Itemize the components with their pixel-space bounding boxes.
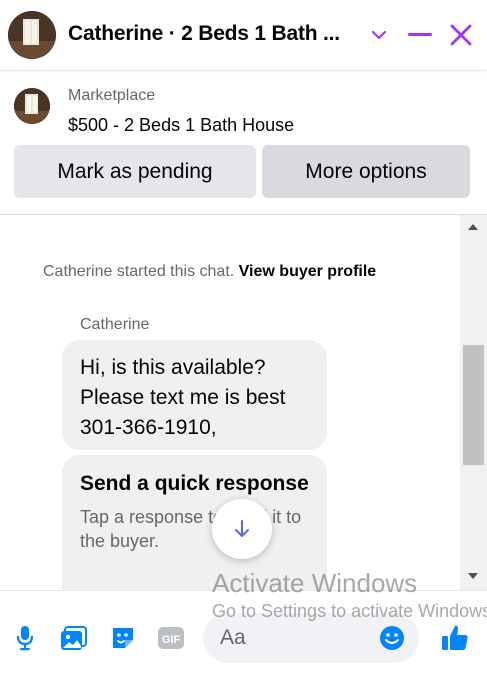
- like-icon[interactable]: [440, 623, 470, 653]
- message-line: Please text me is best: [80, 386, 286, 409]
- message-bubble[interactable]: Hi, is this available? Please text me is…: [62, 340, 327, 450]
- marketplace-label: Marketplace: [68, 87, 156, 104]
- scrollbar-thumb[interactable]: [463, 345, 484, 465]
- quick-response-subtitle: Tap a response to send it to the buyer.: [80, 507, 302, 551]
- message-line: 301-366-1910,: [80, 416, 217, 439]
- close-icon[interactable]: [446, 20, 476, 50]
- message-line: Hi, is this available?: [80, 356, 266, 379]
- emoji-icon[interactable]: [377, 623, 407, 653]
- thread-scrollbar[interactable]: [460, 215, 487, 590]
- scroll-to-bottom-button[interactable]: [212, 499, 272, 559]
- quick-response-title: Send a quick response: [80, 472, 309, 495]
- minimize-icon[interactable]: [405, 20, 435, 50]
- arrow-down-icon: [235, 520, 249, 537]
- chat-started-notice: Catherine started this chat. View buyer …: [43, 263, 376, 281]
- mark-as-pending-button[interactable]: Mark as pending: [14, 145, 256, 198]
- gif-icon[interactable]: GIF: [156, 623, 186, 653]
- scroll-up-arrow[interactable]: [468, 224, 478, 230]
- photo-icon[interactable]: [59, 623, 89, 653]
- view-buyer-profile-link[interactable]: View buyer profile: [239, 263, 377, 280]
- message-thread[interactable]: Catherine started this chat. View buyer …: [0, 215, 460, 590]
- sticker-icon[interactable]: [108, 623, 138, 653]
- quick-response-card[interactable]: Send a quick response Tap a response to …: [62, 455, 327, 590]
- scroll-down-arrow[interactable]: [468, 573, 478, 579]
- chat-title: Catherine · 2 Beds 1 Bath ...: [68, 22, 340, 45]
- listing-panel: Marketplace $500 - 2 Beds 1 Bath House M…: [0, 70, 487, 215]
- chat-started-text: Catherine started this chat.: [43, 263, 235, 280]
- listing-title[interactable]: $500 - 2 Beds 1 Bath House: [68, 115, 294, 136]
- more-options-button[interactable]: More options: [262, 145, 470, 198]
- message-composer: GIF: [0, 590, 487, 676]
- chevron-down-icon[interactable]: [364, 20, 394, 50]
- contact-avatar[interactable]: [8, 11, 56, 59]
- listing-thumbnail[interactable]: [14, 88, 50, 124]
- chat-header: Catherine · 2 Beds 1 Bath ...: [0, 0, 487, 70]
- microphone-icon[interactable]: [10, 623, 40, 653]
- sender-name: Catherine: [80, 316, 150, 333]
- svg-text:GIF: GIF: [162, 634, 181, 646]
